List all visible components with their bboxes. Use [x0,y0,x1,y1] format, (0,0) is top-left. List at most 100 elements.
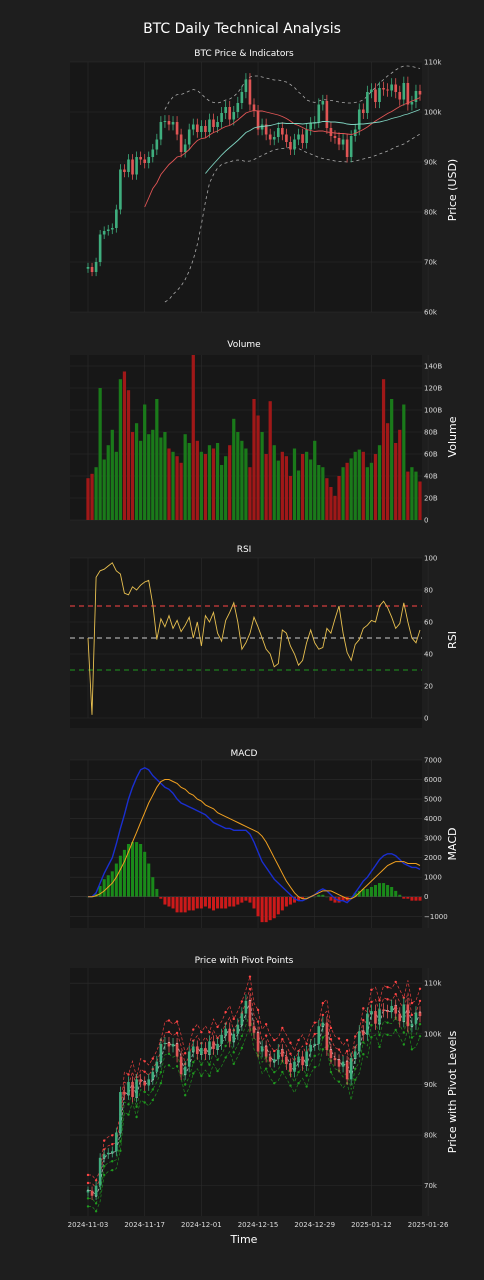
candle-body-pivot [252,1026,256,1033]
y-tick-label: 3000 [424,835,442,843]
candle-body-pivot [353,1051,357,1059]
macd-histogram-bar [369,886,373,897]
pivot-marker [216,1025,219,1029]
pivot-marker [345,1038,349,1042]
pivot-marker [410,1036,414,1039]
candle-body-pivot [410,1023,414,1027]
candle-body-pivot [127,1081,130,1095]
volume-bar [159,437,163,520]
candle-body-pivot [240,1013,244,1025]
volume-bar [317,465,321,520]
macd-histogram-bar [167,896,171,907]
pivot-marker [402,1043,406,1046]
candle-body-pivot [216,1043,219,1049]
pivot-marker [386,1033,389,1037]
candle-body-pivot [228,1028,232,1042]
candle-body [196,124,199,132]
candle-body-pivot [236,1024,240,1034]
candle-body [110,228,114,230]
pivot-marker [200,1030,203,1034]
y-tick-label: −1000 [424,913,448,921]
pivot-marker [200,1063,203,1066]
candle-body [341,139,345,145]
macd-histogram-bar [207,896,211,909]
volume-bar [418,481,422,520]
candle-body-pivot [325,1022,329,1050]
candle-body-pivot [159,1043,163,1062]
pivot-marker [135,1105,138,1109]
volume-bar [373,454,378,520]
y-tick-label: 80 [424,587,433,595]
candle-body-pivot [272,1059,276,1062]
candle-body-pivot [281,1049,284,1057]
pivot-marker [281,1038,284,1041]
candle-body-pivot [357,1031,361,1052]
pivot-marker [378,1033,381,1037]
y-tick-label: 4000 [424,815,442,823]
pivot-marker [386,986,389,989]
pivot-marker [281,1026,284,1030]
volume-bar [179,462,183,520]
pivot-marker [167,1019,171,1022]
pivot-marker [386,1021,389,1024]
pivot-marker [281,1070,284,1074]
candle-body-pivot [268,1056,272,1062]
candle-body [212,119,215,127]
pivot-marker [143,1101,146,1104]
volume-bar [333,495,337,520]
candle-body [414,91,418,102]
candle-body [272,137,276,140]
candle-body-pivot [309,1044,312,1052]
volume-panel-title: Volume [227,340,261,350]
pivot-marker [208,1063,211,1066]
volume-bar [325,478,329,520]
candle-body [90,267,94,272]
candle-body [123,169,126,172]
candle-body-pivot [333,1058,337,1061]
pivot-marker [297,1070,300,1074]
candle-body [159,122,163,140]
pivot-marker [418,1035,422,1038]
y-tick-label: 20B [424,495,438,503]
pivot-marker [354,1035,357,1038]
candle-body-pivot [232,1033,236,1042]
candle-body [297,134,300,140]
volume-bar [207,445,212,520]
macd-histogram-bar [264,896,268,923]
volume-bar [394,443,398,520]
pivot-marker [102,1165,106,1168]
candle-body-pivot [402,1004,406,1022]
candle-body-pivot [143,1081,146,1086]
macd-histogram-bar [131,842,135,897]
macd-histogram-bar [98,886,102,897]
volume-bar [139,440,143,520]
y-tick-label: 6000 [424,776,442,784]
volume-bar [151,429,155,520]
macd-histogram-bar [191,896,195,911]
candle-body-pivot [414,1012,418,1024]
candle-body-pivot [349,1058,353,1080]
pivot-marker [410,1048,414,1051]
macd-histogram-bar [288,896,292,905]
pivot-marker [264,1023,268,1026]
pivot-marker [410,1001,414,1005]
volume-bar [288,476,293,520]
pivot-marker [297,1038,300,1042]
candle-body-pivot [418,1012,422,1017]
volume-bar [337,476,341,520]
pivot-marker [86,1173,90,1177]
pivot-marker [240,1046,244,1050]
pivot-marker [337,1048,341,1051]
pivot-marker [175,1031,179,1035]
candle-body [216,122,219,127]
candle-body-pivot [135,1079,138,1098]
macd-histogram-bar [220,896,224,909]
volume-bar [155,399,159,520]
candle-body-pivot [297,1056,300,1062]
volume-bar [406,471,410,520]
macd-histogram-bar [377,883,382,897]
candle-body-pivot [366,1013,369,1035]
pivot-marker [273,1070,276,1074]
candle-body-pivot [378,1009,381,1024]
pivot-marker [167,1064,171,1067]
